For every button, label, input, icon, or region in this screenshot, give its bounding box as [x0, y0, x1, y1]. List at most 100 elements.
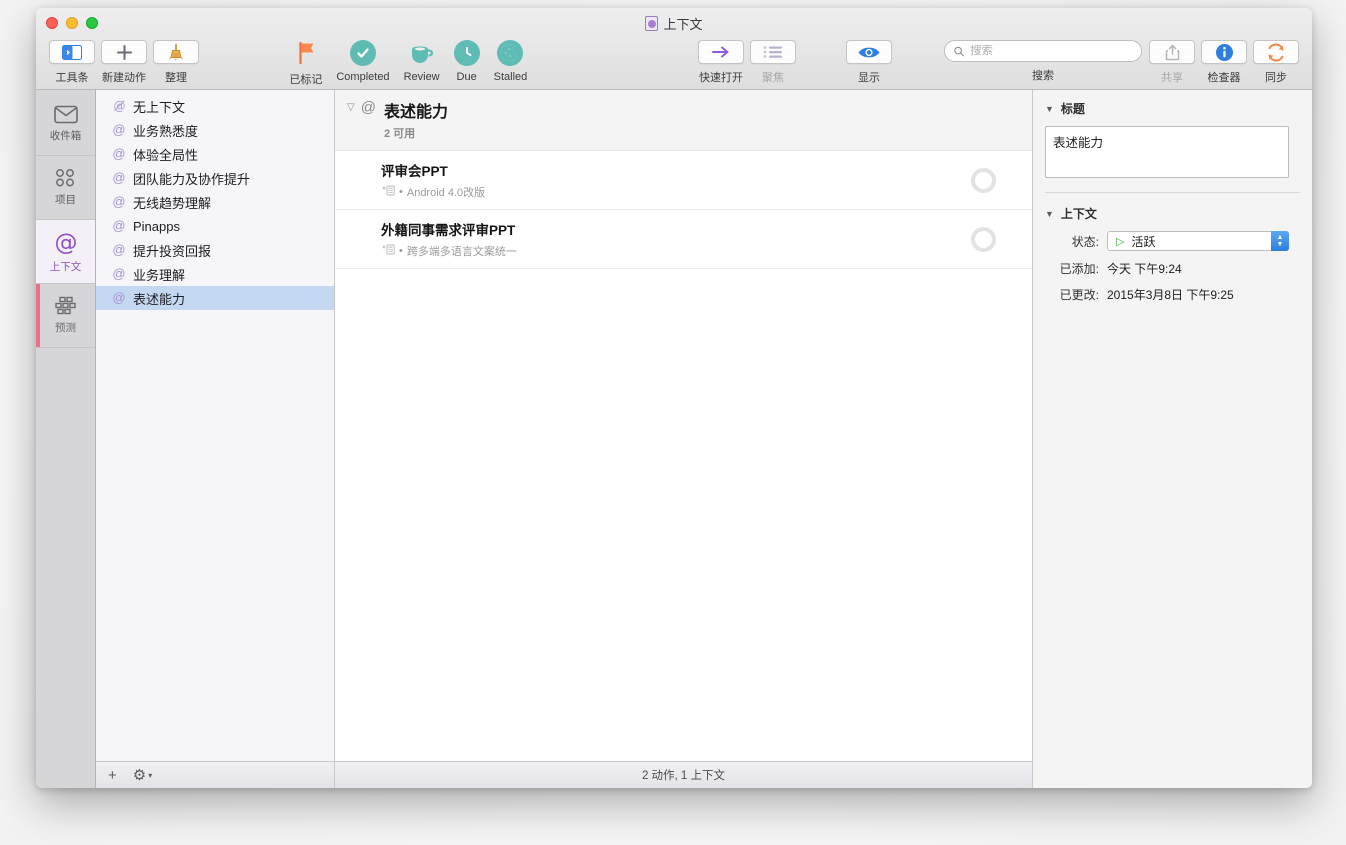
sidebar-item-contexts[interactable]: @ 上下文 — [36, 220, 95, 284]
list-item[interactable]: @ 无上下文 — [96, 94, 334, 118]
search-input[interactable] — [970, 45, 1132, 57]
at-icon: @ — [112, 171, 126, 185]
list-item-label: 业务理解 — [133, 265, 185, 284]
sidebar-item-inbox[interactable]: 收件箱 — [36, 92, 95, 156]
group-header[interactable]: ▽ @ 表述能力 2 可用 — [335, 90, 1032, 151]
search-icon — [954, 46, 964, 57]
toolbar-view-options[interactable]: 显示 — [846, 40, 892, 85]
toolbar-due-label: Due — [457, 71, 477, 83]
chevron-down-icon: ▼ — [1277, 241, 1284, 248]
list-item[interactable]: @ 提升投资回报 — [96, 238, 334, 262]
sidebar-item-projects[interactable]: 项目 — [36, 156, 95, 220]
at-icon: @ — [112, 123, 126, 137]
task-meta: • Android 4.0改版 — [381, 184, 971, 200]
toolbar-cleanup[interactable]: 整理 — [153, 40, 199, 85]
task-separator: • — [399, 245, 403, 257]
table-row[interactable]: 外籍同事需求评审PPT • 跨多端多语言文案统一 — [335, 210, 1032, 269]
toolbar-new-action[interactable]: 新建动作 — [101, 40, 147, 85]
sidebar-item-forecast[interactable]: 预测 — [36, 284, 95, 348]
info-icon[interactable] — [1201, 40, 1247, 64]
toolbar-sidebar-toggle[interactable]: 工具条 — [49, 40, 95, 85]
toolbar-due[interactable]: Due — [454, 40, 480, 83]
toolbar-focus-label: 聚焦 — [762, 69, 784, 85]
plus-icon[interactable] — [101, 40, 147, 64]
list-item[interactable]: @ 体验全局性 — [96, 142, 334, 166]
title-field[interactable]: 表述能力 — [1045, 126, 1289, 178]
chevron-up-icon: ▲ — [1277, 234, 1284, 241]
toolbar-view-options-label: 显示 — [858, 69, 880, 85]
inspector-context-header-label: 上下文 — [1061, 205, 1097, 222]
context-list-footer: + ⚙ ▾ — [96, 761, 334, 788]
toolbar-quick-open[interactable]: 快速打开 — [698, 40, 744, 85]
list-item-label: 业务熟悉度 — [133, 121, 198, 140]
main-content: ▽ @ 表述能力 2 可用 评审会PPT — [335, 90, 1032, 788]
status-row: 状态: ▷ 活跃 ▲ ▼ — [1045, 231, 1300, 251]
toolbar-left-group: 工具条 新建动作 — [46, 40, 202, 85]
inspector-context-header[interactable]: ▼ 上下文 — [1045, 205, 1300, 222]
toolbar: 工具条 新建动作 — [36, 36, 1312, 89]
share-icon[interactable] — [1149, 40, 1195, 64]
window-title: 上下文 — [36, 14, 1312, 33]
toolbar-filter-group: 已标记 Completed — [282, 40, 534, 87]
eye-icon[interactable] — [846, 40, 892, 64]
at-icon: @ — [112, 267, 126, 281]
search-field[interactable] — [944, 40, 1142, 62]
toolbar-flagged[interactable]: 已标记 — [289, 40, 322, 87]
toolbar-stalled[interactable]: Stalled — [494, 40, 528, 83]
toolbar-inspector[interactable]: 检查器 — [1201, 40, 1247, 85]
add-to-list-icon — [381, 244, 395, 258]
inspector-title-header[interactable]: ▼ 标题 — [1045, 100, 1300, 117]
list-item[interactable]: @ 业务理解 — [96, 262, 334, 286]
list-item-label: 提升投资回报 — [133, 241, 211, 260]
list-item-label: 体验全局性 — [133, 145, 198, 164]
toolbar-cleanup-label: 整理 — [165, 69, 187, 85]
sync-icon[interactable] — [1253, 40, 1299, 64]
status-select[interactable]: ▷ 活跃 ▲ ▼ — [1107, 231, 1289, 251]
chevron-down-icon: ▾ — [148, 771, 152, 780]
disclosure-triangle-icon[interactable]: ▼ — [1045, 209, 1054, 219]
sidebar-toggle-icon[interactable] — [49, 40, 95, 64]
task-complete-checkbox[interactable] — [971, 168, 996, 193]
toolbar-search[interactable]: 搜索 — [944, 40, 1142, 83]
play-triangle-icon: ▷ — [1116, 235, 1124, 248]
modified-row: 已更改: 2015年3月8日 下午9:25 — [1045, 286, 1300, 303]
moon-icon[interactable] — [497, 40, 523, 66]
broom-icon[interactable] — [153, 40, 199, 64]
task-content: 评审会PPT • Android 4.0改版 — [381, 160, 971, 200]
task-title: 评审会PPT — [381, 160, 971, 180]
toolbar-review[interactable]: Review — [404, 40, 440, 83]
disclosure-triangle-icon[interactable]: ▼ — [1045, 104, 1054, 114]
check-circle-icon[interactable] — [350, 40, 376, 66]
add-context-button[interactable]: + — [108, 767, 117, 784]
toolbar-completed[interactable]: Completed — [336, 40, 389, 83]
toolbar-focus[interactable]: 聚焦 — [750, 40, 796, 85]
toolbar-sync[interactable]: 同步 — [1253, 40, 1299, 85]
at-icon: @ — [361, 98, 376, 117]
document-icon — [645, 16, 658, 31]
added-label: 已添加: — [1045, 260, 1107, 277]
modified-label: 已更改: — [1045, 286, 1107, 303]
toolbar-view-group: 快速打开 聚焦 — [695, 40, 895, 85]
context-settings-button[interactable]: ⚙ ▾ — [133, 766, 152, 784]
page-title: 表述能力 — [384, 98, 448, 122]
perspective-rail: 收件箱 项目 @ 上下文 — [36, 90, 96, 788]
list-icon[interactable] — [750, 40, 796, 64]
inbox-icon — [54, 105, 78, 124]
clock-icon[interactable] — [454, 40, 480, 66]
arrow-right-icon[interactable] — [698, 40, 744, 64]
task-project: 跨多端多语言文案统一 — [407, 243, 517, 259]
table-row[interactable]: 评审会PPT • Android 4.0改版 — [335, 151, 1032, 210]
list-item-selected[interactable]: @ 表述能力 — [96, 286, 334, 310]
toolbar-review-label: Review — [404, 71, 440, 83]
list-item[interactable]: @ 业务熟悉度 — [96, 118, 334, 142]
toolbar-completed-label: Completed — [336, 71, 389, 83]
task-complete-checkbox[interactable] — [971, 227, 996, 252]
stepper-arrows-icon[interactable]: ▲ ▼ — [1271, 231, 1289, 251]
toolbar-share[interactable]: 共享 — [1149, 40, 1195, 85]
list-item[interactable]: @ 团队能力及协作提升 — [96, 166, 334, 190]
disclosure-triangle-icon[interactable]: ▽ — [347, 98, 355, 118]
sidebar-item-contexts-label: 上下文 — [50, 259, 82, 274]
list-item[interactable]: @ 无线趋势理解 — [96, 190, 334, 214]
list-item[interactable]: @ Pinapps — [96, 214, 334, 238]
at-icon: @ — [53, 229, 79, 255]
